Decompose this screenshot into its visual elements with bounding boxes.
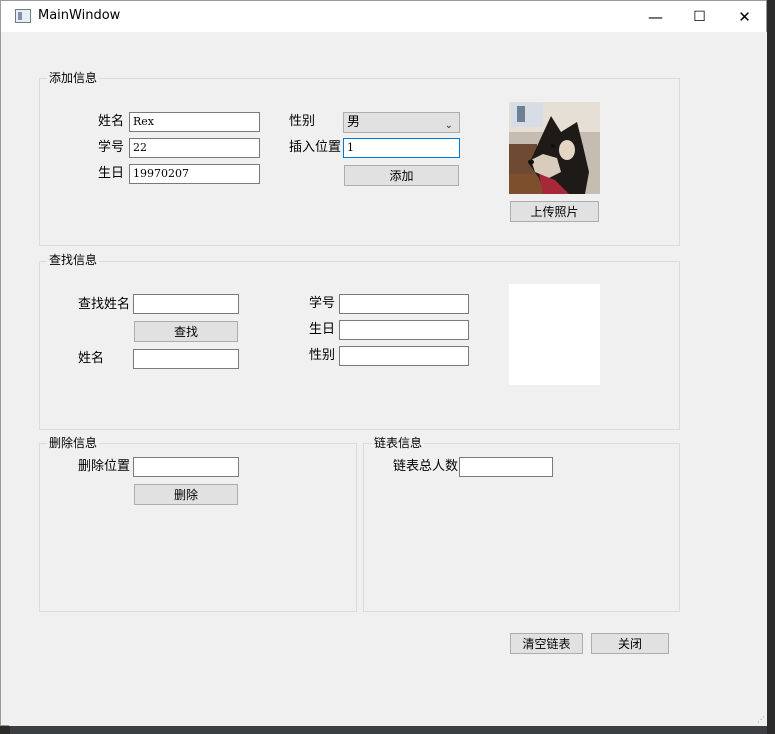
total-count-label: 链表总人数: [393, 459, 459, 474]
minimize-button[interactable]: —: [633, 1, 678, 32]
upload-photo-button[interactable]: 上传照片: [510, 201, 599, 222]
result-gender-input[interactable]: [339, 346, 469, 366]
result-birthday-input[interactable]: [339, 320, 469, 340]
search-button[interactable]: 查找: [134, 321, 238, 342]
search-name-input[interactable]: [133, 294, 239, 314]
delete-position-input[interactable]: [133, 457, 239, 477]
search-name-label: 查找姓名: [78, 297, 131, 312]
chevron-down-icon: ⌄: [444, 120, 453, 131]
result-photo: [509, 284, 600, 385]
delete-position-label: 删除位置: [78, 459, 131, 474]
gender-label: 性别: [289, 114, 316, 129]
student-id-input[interactable]: 22: [129, 138, 260, 158]
close-window-button[interactable]: ✕: [722, 1, 767, 32]
window-title: MainWindow: [38, 8, 121, 23]
title-bar[interactable]: MainWindow — ☐ ✕: [1, 1, 766, 32]
client-area: 添加信息 姓名 Rex 学号 22 生日 19970207 性别 男 ⌄ 插入位…: [9, 32, 767, 726]
total-count-input[interactable]: [459, 457, 553, 477]
search-info-title: 查找信息: [47, 253, 100, 267]
result-birthday-label: 生日: [309, 322, 336, 337]
window-app-icon: [15, 9, 31, 23]
birthday-input[interactable]: 19970207: [129, 164, 260, 184]
result-name-input[interactable]: [133, 349, 239, 369]
add-info-title: 添加信息: [47, 71, 100, 85]
student-photo: [509, 102, 600, 194]
insert-position-label: 插入位置: [289, 140, 342, 155]
result-gender-label: 性别: [309, 348, 336, 363]
resize-grip-icon[interactable]: ⋰: [757, 715, 765, 724]
clear-list-button[interactable]: 清空链表: [510, 633, 583, 654]
gender-select-value: 男: [347, 115, 361, 130]
result-id-label: 学号: [309, 296, 336, 311]
gender-select[interactable]: 男 ⌄: [343, 112, 460, 133]
list-info-title: 链表信息: [372, 436, 425, 450]
delete-button[interactable]: 删除: [134, 484, 238, 505]
add-button[interactable]: 添加: [344, 165, 459, 186]
insert-position-input[interactable]: 1: [343, 138, 460, 158]
name-label: 姓名: [98, 114, 125, 129]
student-id-label: 学号: [98, 140, 125, 155]
close-button[interactable]: 关闭: [591, 633, 669, 654]
background-right: [767, 0, 775, 734]
birthday-label: 生日: [98, 166, 125, 181]
result-id-input[interactable]: [339, 294, 469, 314]
main-window: MainWindow — ☐ ✕ 添加信息 姓名 Rex 学号 22 生日 19…: [0, 0, 767, 726]
maximize-button[interactable]: ☐: [677, 1, 722, 32]
delete-info-title: 删除信息: [47, 436, 100, 450]
name-input[interactable]: Rex: [129, 112, 260, 132]
result-name-label: 姓名: [78, 351, 105, 366]
